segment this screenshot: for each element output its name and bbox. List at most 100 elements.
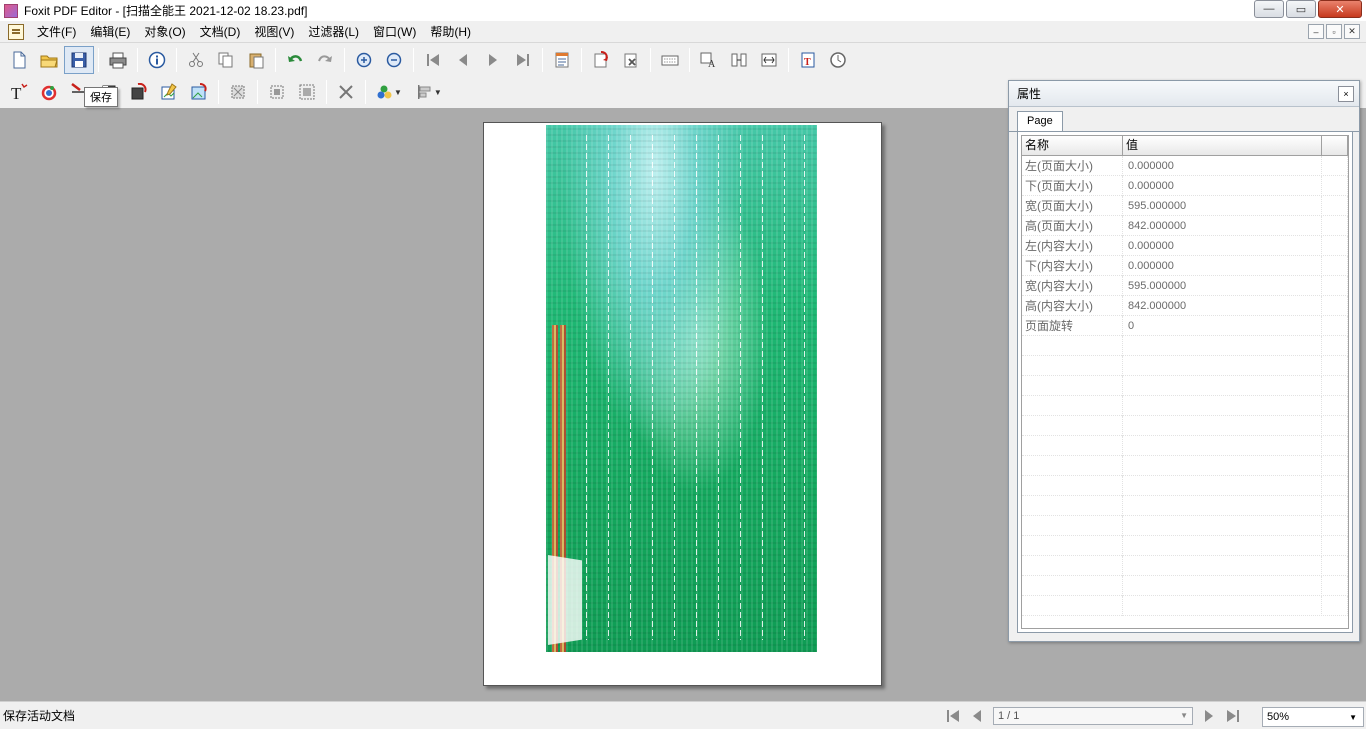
table-row[interactable]: 高(内容大小) 842.000000	[1022, 296, 1348, 316]
table-row[interactable]: 下(页面大小) 0.000000	[1022, 176, 1348, 196]
align-dropdown-arrow[interactable]: ▼	[434, 88, 442, 97]
table-row[interactable]: 左(页面大小) 0.000000	[1022, 156, 1348, 176]
open-button[interactable]	[34, 46, 64, 74]
info-icon	[148, 51, 166, 69]
menu-view[interactable]: 视图(V)	[247, 22, 301, 42]
menu-object[interactable]: 对象(O)	[137, 22, 192, 42]
previous-page-button[interactable]	[448, 46, 478, 74]
group-dropdown-arrow[interactable]: ▼	[394, 88, 402, 97]
empty-cell	[1322, 516, 1348, 536]
doc-minimize-button[interactable]: –	[1308, 24, 1324, 39]
zoom-dropdown-arrow[interactable]: ▼	[1349, 709, 1357, 727]
new-document-button[interactable]	[4, 46, 34, 74]
next-page-button[interactable]	[478, 46, 508, 74]
status-first-page-button[interactable]	[941, 706, 965, 726]
menu-help[interactable]: 帮助(H)	[423, 22, 478, 42]
zoom-in-button[interactable]	[349, 46, 379, 74]
table-row[interactable]: 宽(页面大小) 595.000000	[1022, 196, 1348, 216]
table-row[interactable]: 左(内容大小) 0.000000	[1022, 236, 1348, 256]
first-page-button[interactable]	[418, 46, 448, 74]
page-number-field[interactable]: 1 / 1 ▼	[993, 707, 1193, 725]
page-dropdown-arrow[interactable]: ▼	[1180, 708, 1188, 724]
empty-cell	[1123, 576, 1322, 596]
cut-button[interactable]	[181, 46, 211, 74]
measure-button[interactable]	[823, 46, 853, 74]
text-tool-button[interactable]: T	[793, 46, 823, 74]
edit-image-button[interactable]	[154, 78, 184, 106]
tab-page[interactable]: Page	[1017, 111, 1063, 131]
align-text-button[interactable]	[724, 46, 754, 74]
scan-text-column	[630, 135, 631, 640]
table-row[interactable]: 高(页面大小) 842.000000	[1022, 216, 1348, 236]
restore-button[interactable]: ▭	[1286, 0, 1316, 18]
scanned-image[interactable]	[546, 125, 817, 652]
last-page-button[interactable]	[508, 46, 538, 74]
menu-filter[interactable]: 过滤器(L)	[301, 22, 366, 42]
document-info-button[interactable]	[142, 46, 172, 74]
zoom-select[interactable]: 50% ▼	[1262, 707, 1364, 727]
delete-page-button[interactable]	[616, 46, 646, 74]
copy-button[interactable]	[211, 46, 241, 74]
image-object-button[interactable]	[184, 78, 214, 106]
transform-button[interactable]	[223, 78, 253, 106]
column-header-value[interactable]: 值	[1123, 136, 1322, 156]
previous-page-icon	[973, 710, 981, 722]
scan-logo-mark	[548, 555, 582, 645]
empty-row	[1022, 356, 1348, 376]
table-row[interactable]: 页面旋转 0	[1022, 316, 1348, 336]
table-row[interactable]: 下(内容大小) 0.000000	[1022, 256, 1348, 276]
empty-cell	[1322, 496, 1348, 516]
save-tooltip: 保存	[84, 87, 118, 107]
color-tool-button[interactable]	[34, 78, 64, 106]
menu-window[interactable]: 窗口(W)	[366, 22, 423, 42]
add-text-button[interactable]: T	[4, 78, 34, 106]
transform-icon	[231, 85, 245, 99]
property-name: 高(内容大小)	[1022, 296, 1123, 316]
properties-close-button[interactable]: ×	[1338, 86, 1354, 102]
doc-close-button[interactable]: ✕	[1344, 24, 1360, 39]
table-row[interactable]: 宽(内容大小) 595.000000	[1022, 276, 1348, 296]
spacing-button[interactable]	[754, 46, 784, 74]
redo-button[interactable]	[310, 46, 340, 74]
empty-cell	[1022, 436, 1123, 456]
empty-cell	[1123, 536, 1322, 556]
svg-text:T: T	[11, 84, 22, 101]
toolbar-separator	[689, 48, 690, 72]
menu-file[interactable]: 文件(F)	[30, 22, 83, 42]
doc-restore-button[interactable]: ▫	[1326, 24, 1342, 39]
properties-title: 属性	[1017, 87, 1042, 101]
empty-cell	[1022, 556, 1123, 576]
select-all-button[interactable]	[292, 78, 322, 106]
status-next-page-button[interactable]	[1197, 706, 1221, 726]
toolbar-separator	[326, 80, 327, 104]
title-bar: Foxit PDF Editor - [扫描全能王 2021-12-02 18.…	[0, 0, 1366, 21]
image-arrow-button[interactable]	[124, 78, 154, 106]
select-all-icon	[299, 84, 315, 100]
status-last-page-button[interactable]	[1221, 706, 1245, 726]
select-object-button[interactable]	[262, 78, 292, 106]
close-button[interactable]: ✕	[1318, 0, 1362, 18]
pdf-page[interactable]	[483, 122, 882, 686]
delete-object-button[interactable]	[331, 78, 361, 106]
undo-button[interactable]	[280, 46, 310, 74]
status-previous-page-button[interactable]	[965, 706, 989, 726]
row-spacer	[1322, 216, 1348, 236]
zoom-value: 50%	[1267, 711, 1290, 723]
print-button[interactable]	[103, 46, 133, 74]
empty-cell	[1322, 596, 1348, 616]
empty-cell	[1022, 456, 1123, 476]
insert-page-button[interactable]	[586, 46, 616, 74]
minimize-button[interactable]: —	[1254, 0, 1284, 18]
menu-document[interactable]: 文档(D)	[193, 22, 248, 42]
empty-row	[1022, 456, 1348, 476]
zoom-out-button[interactable]	[379, 46, 409, 74]
paste-button[interactable]	[241, 46, 271, 74]
first-page-icon	[427, 54, 439, 66]
text-font-button[interactable]: A	[694, 46, 724, 74]
save-button[interactable]	[64, 46, 94, 74]
page-properties-button[interactable]	[547, 46, 577, 74]
column-header-name[interactable]: 名称	[1022, 136, 1123, 156]
ocr-button[interactable]	[655, 46, 685, 74]
menu-edit[interactable]: 编辑(E)	[83, 22, 137, 42]
document-menu-icon[interactable]	[8, 23, 24, 40]
